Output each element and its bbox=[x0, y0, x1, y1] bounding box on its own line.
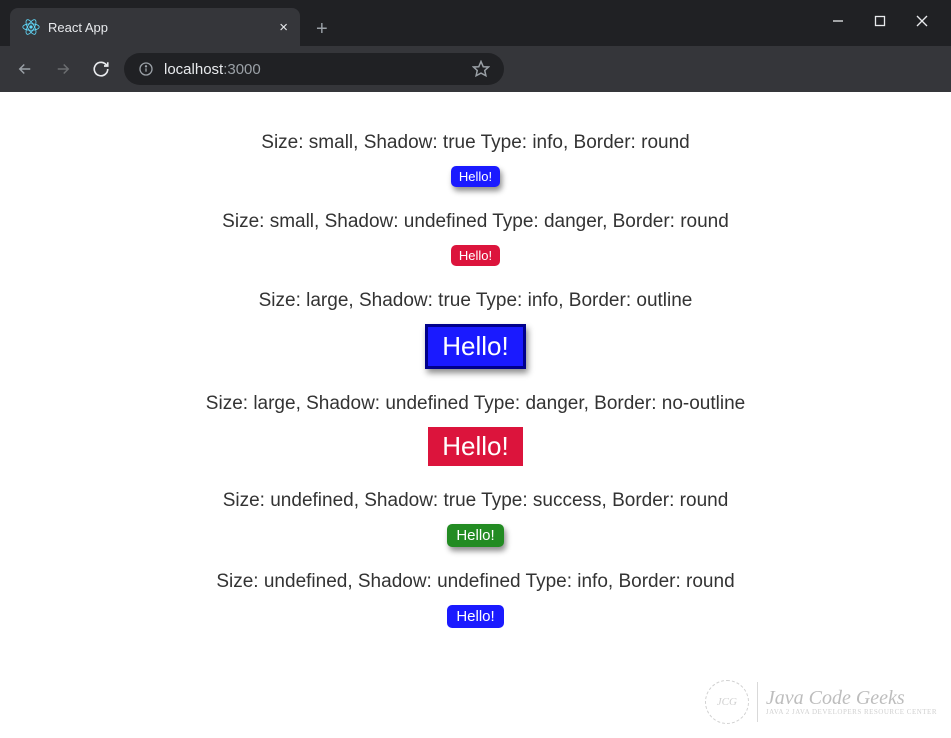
maximize-icon[interactable] bbox=[873, 14, 887, 28]
hello-button[interactable]: Hello! bbox=[451, 245, 500, 266]
forward-button[interactable] bbox=[48, 54, 78, 84]
tab-close-icon[interactable]: × bbox=[279, 19, 288, 36]
back-button[interactable] bbox=[10, 54, 40, 84]
minimize-icon[interactable] bbox=[831, 14, 845, 28]
reload-button[interactable] bbox=[86, 54, 116, 84]
bookmark-icon[interactable] bbox=[472, 60, 490, 78]
hello-button[interactable]: Hello! bbox=[447, 605, 503, 628]
watermark-title: Java Code Geeks bbox=[766, 688, 937, 708]
demo-row: Size: small, Shadow: undefined Type: dan… bbox=[20, 211, 931, 284]
new-tab-button[interactable]: + bbox=[316, 18, 328, 41]
toolbar: localhost:3000 bbox=[0, 46, 951, 92]
browser-tab[interactable]: React App × bbox=[10, 8, 300, 46]
site-info-icon[interactable] bbox=[138, 61, 154, 77]
hello-button[interactable]: Hello! bbox=[451, 166, 500, 187]
demo-row: Size: undefined, Shadow: true Type: succ… bbox=[20, 490, 931, 565]
demo-row: Size: small, Shadow: true Type: info, Bo… bbox=[20, 132, 931, 205]
url-text: localhost:3000 bbox=[164, 61, 261, 78]
close-icon[interactable] bbox=[915, 14, 929, 28]
react-icon bbox=[22, 18, 40, 36]
demo-description: Size: undefined, Shadow: undefined Type:… bbox=[20, 571, 931, 593]
titlebar: React App × + bbox=[0, 0, 951, 46]
watermark-badge: JCG bbox=[705, 680, 749, 724]
hello-button[interactable]: Hello! bbox=[447, 524, 503, 547]
watermark-subtitle: JAVA 2 JAVA DEVELOPERS RESOURCE CENTER bbox=[766, 708, 937, 716]
demo-description: Size: small, Shadow: undefined Type: dan… bbox=[20, 211, 931, 233]
demo-description: Size: small, Shadow: true Type: info, Bo… bbox=[20, 132, 931, 154]
demo-row: Size: undefined, Shadow: undefined Type:… bbox=[20, 571, 931, 646]
browser-chrome: React App × + localhost:3000 bbox=[0, 0, 951, 92]
demo-row: Size: large, Shadow: undefined Type: dan… bbox=[20, 393, 931, 484]
demo-description: Size: large, Shadow: undefined Type: dan… bbox=[20, 393, 931, 415]
page-content: Size: small, Shadow: true Type: info, Bo… bbox=[0, 92, 951, 672]
hello-button[interactable]: Hello! bbox=[428, 427, 522, 466]
demo-row: Size: large, Shadow: true Type: info, Bo… bbox=[20, 290, 931, 387]
window-controls bbox=[831, 0, 951, 28]
watermark: JCG Java Code Geeks JAVA 2 JAVA DEVELOPE… bbox=[705, 680, 937, 724]
tab-title: React App bbox=[48, 20, 271, 35]
hello-button[interactable]: Hello! bbox=[425, 324, 525, 369]
demo-description: Size: large, Shadow: true Type: info, Bo… bbox=[20, 290, 931, 312]
address-bar[interactable]: localhost:3000 bbox=[124, 53, 504, 85]
demo-description: Size: undefined, Shadow: true Type: succ… bbox=[20, 490, 931, 512]
